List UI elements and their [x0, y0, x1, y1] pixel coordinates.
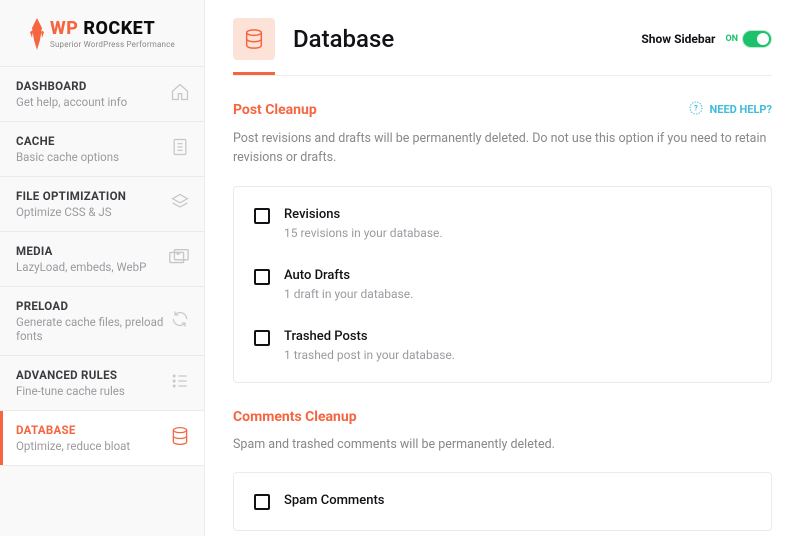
sidebar-item-media[interactable]: MEDIA LazyLoad, embeds, WebP — [0, 231, 204, 286]
nav-title: MEDIA — [16, 244, 146, 258]
option-spam-comments: Spam Comments — [254, 479, 751, 524]
option-trashed-posts: Trashed Posts 1 trashed post in your dat… — [254, 315, 751, 376]
database-header-icon — [233, 18, 275, 60]
nav-sub: Optimize CSS & JS — [16, 205, 126, 219]
option-revisions: Revisions 15 revisions in your database. — [254, 193, 751, 254]
checkbox-revisions[interactable] — [254, 208, 270, 224]
nav-title: DATABASE — [16, 423, 130, 437]
nav-title: PRELOAD — [16, 299, 170, 313]
nav: DASHBOARD Get help, account info CACHE B… — [0, 66, 204, 466]
home-icon — [170, 82, 190, 106]
list-icon — [170, 371, 190, 395]
option-title: Revisions — [284, 207, 443, 222]
show-sidebar-toggle[interactable]: ON — [725, 30, 772, 48]
nav-title: DASHBOARD — [16, 79, 127, 93]
post-cleanup-card: Revisions 15 revisions in your database.… — [233, 186, 772, 383]
brand-tagline: Superior WordPress Performance — [50, 40, 175, 49]
section-desc-comments-cleanup: Spam and trashed comments will be perman… — [233, 435, 772, 454]
nav-sub: Generate cache files, preload fonts — [16, 315, 170, 343]
option-sub: 15 revisions in your database. — [284, 226, 443, 240]
images-icon — [168, 247, 190, 271]
nav-title: FILE OPTIMIZATION — [16, 189, 126, 203]
database-icon — [170, 426, 190, 450]
brand-name: WP ROCKET — [50, 18, 175, 39]
option-title: Auto Drafts — [284, 268, 413, 283]
help-icon: ? — [688, 100, 704, 119]
section-desc-post-cleanup: Post revisions and drafts will be perman… — [233, 129, 772, 168]
need-help-link[interactable]: ? NEED HELP? — [688, 100, 773, 119]
option-sub: 1 draft in your database. — [284, 287, 413, 301]
sidebar-item-file-optimization[interactable]: FILE OPTIMIZATION Optimize CSS & JS — [0, 176, 204, 231]
sidebar-item-dashboard[interactable]: DASHBOARD Get help, account info — [0, 66, 204, 121]
nav-sub: Get help, account info — [16, 95, 127, 109]
checkbox-trashed-posts[interactable] — [254, 330, 270, 346]
logo: WP ROCKET Superior WordPress Performance — [0, 0, 204, 66]
nav-title: ADVANCED RULES — [16, 368, 125, 382]
comments-cleanup-card: Spam Comments — [233, 472, 772, 531]
nav-sub: Optimize, reduce bloat — [16, 439, 130, 453]
sidebar: WP ROCKET Superior WordPress Performance… — [0, 0, 205, 536]
checkbox-spam-comments[interactable] — [254, 494, 270, 510]
sidebar-item-cache[interactable]: CACHE Basic cache options — [0, 121, 204, 176]
toggle-state-label: ON — [725, 34, 738, 44]
layers-icon — [170, 192, 190, 216]
page-header: Database Show Sidebar ON — [233, 0, 772, 72]
option-auto-drafts: Auto Drafts 1 draft in your database. — [254, 254, 751, 315]
rocket-logo-icon — [28, 18, 46, 54]
sidebar-item-advanced-rules[interactable]: ADVANCED RULES Fine-tune cache rules — [0, 355, 204, 410]
need-help-label: NEED HELP? — [710, 103, 773, 116]
svg-text:?: ? — [694, 104, 698, 113]
nav-sub: Basic cache options — [16, 150, 119, 164]
section-title-comments-cleanup: Comments Cleanup — [233, 409, 357, 425]
nav-sub: LazyLoad, embeds, WebP — [16, 260, 146, 274]
option-sub: 1 trashed post in your database. — [284, 348, 455, 362]
sidebar-item-preload[interactable]: PRELOAD Generate cache files, preload fo… — [0, 286, 204, 355]
nav-title: CACHE — [16, 134, 119, 148]
option-title: Trashed Posts — [284, 329, 455, 344]
nav-sub: Fine-tune cache rules — [16, 384, 125, 398]
divider — [233, 75, 772, 76]
toggle-switch — [742, 30, 772, 48]
option-title: Spam Comments — [284, 493, 384, 508]
sidebar-item-database[interactable]: DATABASE Optimize, reduce bloat — [0, 410, 204, 466]
page-title: Database — [293, 25, 394, 53]
document-icon — [170, 137, 190, 161]
checkbox-auto-drafts[interactable] — [254, 269, 270, 285]
refresh-icon — [170, 309, 190, 333]
show-sidebar-label: Show Sidebar — [641, 32, 715, 46]
section-title-post-cleanup: Post Cleanup — [233, 102, 317, 118]
main-content: Database Show Sidebar ON Post Cleanup ? … — [205, 0, 800, 536]
